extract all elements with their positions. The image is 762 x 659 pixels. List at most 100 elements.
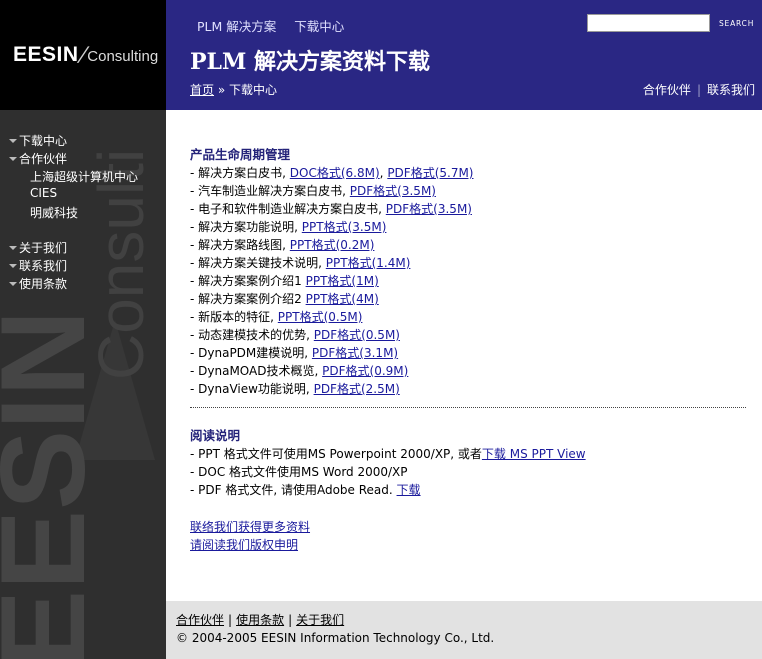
item-text: - DynaView功能说明,: [190, 382, 310, 396]
list-item: - 解决方案白皮书, DOC格式(6.8M), PDF格式(5.7M): [190, 166, 474, 180]
list-item: - 解决方案案例介绍2 PPT格式(4M): [190, 290, 750, 308]
download-link[interactable]: PPT格式(0.5M): [278, 310, 363, 324]
divider: [190, 407, 746, 408]
sidebar-item-label: 使用条款: [19, 277, 68, 291]
download-list: 产品生命周期管理 - 解决方案白皮书, DOC格式(6.8M), PDF格式(5…: [190, 146, 750, 398]
item-text: - 解决方案关键技术说明,: [190, 256, 322, 270]
download-link[interactable]: DOC格式(6.8M): [290, 166, 380, 180]
chevron-down-icon: [9, 264, 17, 268]
sidebar-watermark-eesin: EESIN: [0, 309, 110, 659]
list-item: - DynaMOAD技术概览, PDF格式(0.9M): [190, 362, 750, 380]
download-link[interactable]: PPT格式(1.4M): [326, 256, 411, 270]
list-item: - 解决方案路线图, PPT格式(0.2M): [190, 236, 750, 254]
sidebar-item-label: 合作伙伴: [19, 152, 68, 166]
download-link[interactable]: PDF格式(3.5M): [350, 184, 436, 198]
item-text: - 汽车制造业解决方案白皮书,: [190, 184, 346, 198]
list-item: - 新版本的特征, PPT格式(0.5M): [190, 308, 750, 326]
search-input[interactable]: [587, 14, 710, 32]
sidebar-item-about[interactable]: 关于我们: [9, 239, 67, 256]
item-text: - PDF 格式文件, 请使用Adobe Read.: [190, 483, 393, 497]
list-item: - 解决方案案例介绍1 PPT格式(1M): [190, 272, 750, 290]
list-item: - 动态建模技术的优势, PDF格式(0.5M): [190, 326, 750, 344]
download-link[interactable]: PDF格式(5.7M): [387, 166, 473, 180]
sidebar-subitem-sscc[interactable]: 上海超级计算机中心: [30, 168, 138, 185]
page-title: PLM 解决方案资料下载: [190, 49, 431, 75]
download-link[interactable]: PPT格式(1M): [306, 274, 379, 288]
item-text: - 解决方案功能说明,: [190, 220, 298, 234]
copyright-notice-link[interactable]: 请阅读我们版权申明: [190, 538, 298, 552]
item-text: - 解决方案案例介绍1: [190, 274, 302, 288]
item-text: - DynaPDM建模说明,: [190, 346, 309, 360]
sidebar-item-terms[interactable]: 使用条款: [9, 275, 67, 292]
list-item: - 汽车制造业解决方案白皮书, PDF格式(3.5M): [190, 182, 750, 200]
item-text: - 解决方案白皮书,: [190, 166, 286, 180]
logo-area: EESIN/Consulting: [0, 0, 166, 110]
chevron-down-icon: [9, 282, 17, 286]
sidebar-item-partners[interactable]: 合作伙伴: [9, 150, 67, 167]
sidebar-subitem-mingwei[interactable]: 明威科技: [30, 204, 78, 221]
eesin-logo[interactable]: EESIN/Consulting: [13, 42, 158, 67]
item-text: - DynaMOAD技术概览,: [190, 364, 319, 378]
list-item: - PDF 格式文件, 请使用Adobe Read. 下载: [190, 481, 750, 499]
breadcrumb-current: 下载中心: [229, 83, 278, 97]
sidebar-item-label: 下载中心: [19, 134, 68, 148]
header: PLM 解决方案 下载中心 SEARCH PLM 解决方案资料下载 首页 » 下…: [166, 0, 762, 110]
download-link[interactable]: PPT格式(4M): [306, 292, 379, 306]
reading-notes: 阅读说明 - PPT 格式文件可使用MS Powerpoint 2000/XP,…: [190, 427, 750, 499]
list-item: - PPT 格式文件可使用MS Powerpoint 2000/XP, 或者下载…: [190, 445, 750, 463]
breadcrumb-home-link[interactable]: 首页: [190, 83, 214, 97]
sidebar-subitem-cies[interactable]: CIES: [30, 186, 57, 200]
item-text: - 解决方案案例介绍2: [190, 292, 302, 306]
item-text: - 解决方案路线图,: [190, 238, 286, 252]
header-partners-link[interactable]: 合作伙伴: [643, 83, 691, 97]
download-link[interactable]: PDF格式(2.5M): [314, 382, 400, 396]
item-text: - PPT 格式文件可使用MS Powerpoint 2000/XP, 或者: [190, 447, 482, 461]
breadcrumb: 首页 » 下载中心: [190, 81, 277, 98]
sidebar-item-download[interactable]: 下载中心: [9, 132, 67, 149]
item-text: - 新版本的特征,: [190, 310, 274, 324]
section-title-plm: 产品生命周期管理: [190, 147, 291, 162]
download-adobe-reader-link[interactable]: 下载: [397, 483, 421, 497]
item-text: - 动态建模技术的优势,: [190, 328, 310, 342]
section-title-reading: 阅读说明: [190, 428, 241, 443]
top-nav: PLM 解决方案 下载中心: [197, 16, 358, 35]
search-button[interactable]: SEARCH: [719, 19, 754, 28]
topnav-download-link[interactable]: 下载中心: [294, 19, 344, 34]
logo-brand: EESIN: [13, 43, 79, 66]
sidebar-item-label: 关于我们: [19, 241, 68, 255]
contact-more-link[interactable]: 联络我们获得更多资料: [190, 520, 310, 534]
list-item: - 解决方案关键技术说明, PPT格式(1.4M): [190, 254, 750, 272]
topnav-plm-link[interactable]: PLM 解决方案: [197, 19, 276, 34]
sidebar-item-contact[interactable]: 联系我们: [9, 257, 67, 274]
item-text: - 电子和软件制造业解决方案白皮书,: [190, 202, 382, 216]
list-item: - 解决方案功能说明, PPT格式(3.5M): [190, 218, 750, 236]
list-item: - DynaPDM建模说明, PDF格式(3.1M): [190, 344, 750, 362]
chevron-down-icon: [9, 246, 17, 250]
footer-separator: |: [228, 613, 233, 627]
download-link[interactable]: PDF格式(0.5M): [314, 328, 400, 342]
header-links-separator: |: [696, 83, 701, 97]
logo-sub: Consulting: [87, 48, 159, 65]
header-links: 合作伙伴 | 联系我们: [643, 81, 755, 98]
download-link[interactable]: PPT格式(3.5M): [302, 220, 387, 234]
footer-partners-link[interactable]: 合作伙伴: [176, 613, 224, 627]
copyright-text: © 2004-2005 EESIN Information Technology…: [176, 631, 495, 645]
sidebar-item-label: 联系我们: [19, 259, 68, 273]
footer-separator: |: [288, 613, 293, 627]
footer-links: 合作伙伴 | 使用条款 | 关于我们: [176, 611, 344, 628]
footer-about-link[interactable]: 关于我们: [296, 613, 344, 627]
download-link[interactable]: PPT格式(0.2M): [290, 238, 375, 252]
list-item: - DOC 格式文件使用MS Word 2000/XP: [190, 463, 750, 481]
download-link[interactable]: PDF格式(3.1M): [312, 346, 398, 360]
download-ppt-viewer-link[interactable]: 下载 MS PPT View: [482, 447, 586, 461]
footer-terms-link[interactable]: 使用条款: [236, 613, 284, 627]
header-contact-link[interactable]: 联系我们: [707, 83, 755, 97]
download-link[interactable]: PDF格式(3.5M): [386, 202, 472, 216]
chevron-down-icon: [9, 157, 17, 161]
chevron-down-icon: [9, 139, 17, 143]
download-link[interactable]: PDF格式(0.9M): [322, 364, 408, 378]
item-text: - DOC 格式文件使用MS Word 2000/XP: [190, 465, 408, 479]
extra-links: 联络我们获得更多资料 请阅读我们版权申明: [190, 518, 310, 554]
list-item: - 电子和软件制造业解决方案白皮书, PDF格式(3.5M): [190, 200, 750, 218]
sidebar: Consulti EESIN 下载中心 合作伙伴 上海超级计算机中心 CIES …: [0, 110, 166, 659]
